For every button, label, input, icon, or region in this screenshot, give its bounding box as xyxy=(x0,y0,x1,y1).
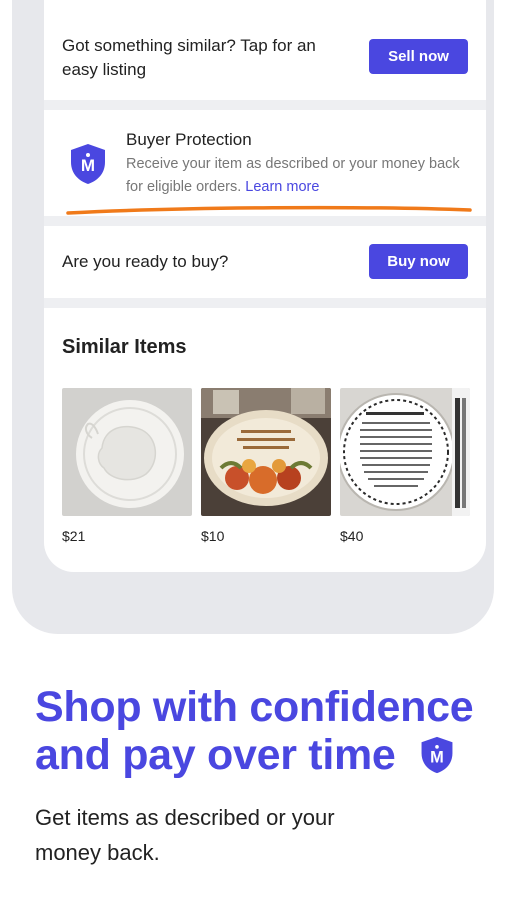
buy-now-button[interactable]: Buy now xyxy=(369,244,468,279)
sharing-plate-image xyxy=(340,388,470,516)
buyer-protection-title: Buyer Protection xyxy=(126,130,252,149)
buyer-protection-description: Receive your item as described or your m… xyxy=(126,153,476,199)
similar-item-thumbnail[interactable] xyxy=(201,388,331,516)
similar-item-thumbnail[interactable] xyxy=(340,388,470,516)
svg-text:M: M xyxy=(430,748,444,766)
sell-card: Got something similar? Tap for an easy l… xyxy=(44,0,486,100)
similar-item-price: $40 xyxy=(340,528,364,544)
app-screen: Got something similar? Tap for an easy l… xyxy=(44,0,486,572)
sell-now-button[interactable]: Sell now xyxy=(369,39,468,74)
buy-card: Are you ready to buy? Buy now xyxy=(44,226,486,298)
shield-m-icon: M xyxy=(421,736,453,774)
similar-items-card: Similar Items $21 $10 $40 xyxy=(44,308,486,572)
phone-frame: Got something similar? Tap for an easy l… xyxy=(12,0,494,634)
shield-m-icon: M xyxy=(71,144,105,184)
similar-items-title: Similar Items xyxy=(62,336,187,358)
buy-prompt: Are you ready to buy? xyxy=(62,252,229,271)
buyer-protection-card: M Buyer Protection Receive your item as … xyxy=(44,110,486,216)
learn-more-link[interactable]: Learn more xyxy=(245,179,319,195)
turkey-plate-image xyxy=(62,388,192,516)
svg-text:M: M xyxy=(81,156,95,175)
similar-item-price: $21 xyxy=(62,528,86,544)
sell-prompt: Got something similar? Tap for an easy l… xyxy=(62,36,316,79)
promo-subline: Get items as described or your money bac… xyxy=(35,805,335,865)
highlight-underline xyxy=(66,205,472,215)
pumpkin-platter-image xyxy=(201,388,331,516)
similar-item-price: $10 xyxy=(201,528,225,544)
similar-item-thumbnail[interactable] xyxy=(62,388,192,516)
